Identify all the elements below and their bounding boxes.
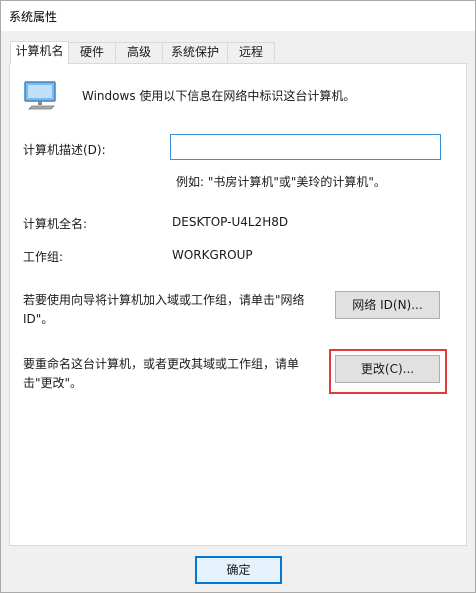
description-label: 计算机描述(D):	[23, 143, 106, 157]
info-text: Windows 使用以下信息在网络中标识这台计算机。	[82, 89, 356, 103]
workgroup-value: WORKGROUP	[172, 248, 253, 262]
ok-button[interactable]: 确定	[195, 556, 282, 584]
window-title: 系统属性	[9, 10, 58, 24]
computer-description-input[interactable]	[170, 134, 441, 160]
workgroup-label: 工作组:	[23, 250, 64, 264]
system-properties-dialog: 系统属性 计算机名 硬件 高级 系统保护 远程 Windows 使用以下信息在网…	[0, 0, 476, 593]
full-name-label: 计算机全名:	[23, 217, 88, 231]
computer-icon	[24, 81, 56, 110]
network-id-button[interactable]: 网络 ID(N)...	[335, 291, 440, 319]
tab-hardware[interactable]: 硬件	[68, 42, 116, 62]
description-example: 例如: "书房计算机"或"美玲的计算机"。	[176, 175, 386, 189]
rename-text: 要重命名这台计算机，或者更改其域或工作组，请单击"更改"。	[23, 357, 300, 390]
title-bar: 系统属性	[1, 1, 475, 31]
change-button[interactable]: 更改(C)...	[335, 355, 440, 383]
full-name-value: DESKTOP-U4L2H8D	[172, 215, 289, 229]
tab-advanced[interactable]: 高级	[115, 42, 163, 62]
network-id-text: 若要使用向导将计算机加入域或工作组，请单击"网络 ID"。	[23, 293, 305, 326]
tab-remote[interactable]: 远程	[227, 42, 275, 62]
tab-computer-name[interactable]: 计算机名	[10, 41, 69, 64]
tab-system-protection[interactable]: 系统保护	[162, 42, 228, 62]
